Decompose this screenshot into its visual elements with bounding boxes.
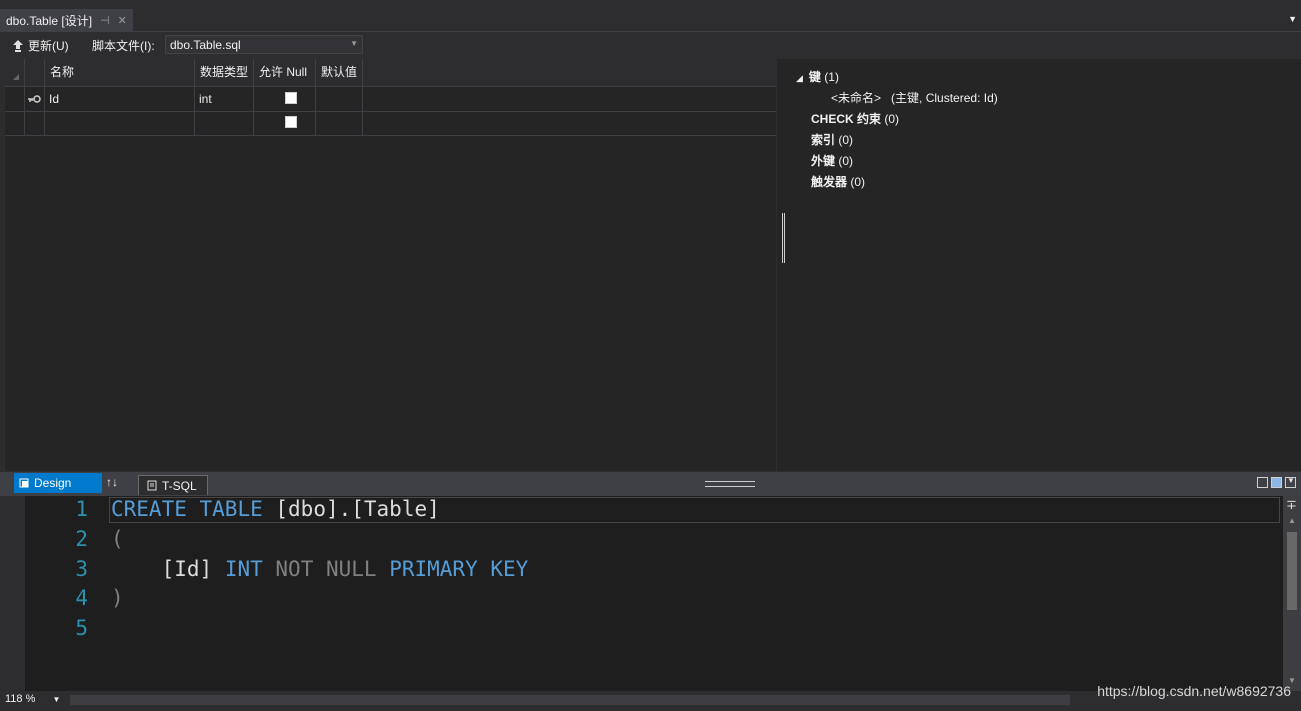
- keyword-table: TABLE: [199, 497, 263, 521]
- document-tab[interactable]: dbo.Table [设计] ⊣ ✕: [0, 9, 133, 31]
- update-label: 更新(U): [28, 39, 69, 53]
- key-cell: [25, 87, 45, 111]
- document-tab-title: dbo.Table [设计]: [6, 13, 93, 28]
- tree-node-foreign-keys[interactable]: 外键 (0): [811, 152, 853, 169]
- row-selector[interactable]: [5, 87, 25, 111]
- table-row[interactable]: [5, 111, 776, 136]
- allow-null-checkbox[interactable]: [285, 92, 297, 104]
- primary-key-icon: [28, 95, 41, 103]
- code-line-4: ): [111, 586, 124, 610]
- vertical-scrollbar[interactable]: ∓ ▲ ▼: [1283, 496, 1301, 691]
- update-arrow-icon: [13, 39, 23, 52]
- columns-grid: 名称 数据类型 允许 Null 默认值 Id int: [5, 59, 776, 471]
- code-line-1: CREATE TABLE [dbo].[Table]: [111, 497, 440, 521]
- editor-margin: [0, 496, 25, 691]
- cell-name[interactable]: Id: [45, 87, 195, 111]
- keyword-not-null: NOT NULL: [275, 557, 377, 581]
- fk-count: (0): [838, 154, 854, 168]
- tsql-icon: [147, 480, 157, 491]
- grid-header: 名称 数据类型 允许 Null 默认值: [5, 59, 776, 87]
- tab-dropdown-icon[interactable]: ▼: [1288, 14, 1297, 24]
- key-item-name: <未命名>: [831, 91, 882, 105]
- cell-default[interactable]: [316, 111, 363, 135]
- keys-label: 键: [808, 70, 821, 84]
- index-label: 索引: [811, 133, 836, 147]
- split-vertical-icon[interactable]: [1257, 477, 1268, 488]
- split-horizontal-icon[interactable]: [1271, 477, 1282, 488]
- cell-name[interactable]: [45, 111, 195, 135]
- pane-tab-bar: Design ↑↓ T-SQL ▼: [0, 472, 1301, 496]
- cell-type[interactable]: [195, 111, 254, 135]
- keyword-create: CREATE: [111, 497, 187, 521]
- column-header-name[interactable]: 名称: [45, 59, 195, 86]
- cell-type[interactable]: int: [195, 87, 254, 111]
- tab-design[interactable]: Design: [14, 473, 102, 493]
- column-header-type[interactable]: 数据类型: [195, 59, 254, 86]
- fk-label: 外键: [811, 154, 836, 168]
- watermark-text: https://blog.csdn.net/w8692736: [1097, 683, 1291, 699]
- script-file-select[interactable]: dbo.Table.sql ▼: [165, 35, 363, 54]
- script-file-value: dbo.Table.sql: [170, 37, 241, 52]
- code-line-3: [Id] INT NOT NULL PRIMARY KEY: [111, 557, 529, 581]
- keys-count: (1): [824, 70, 839, 84]
- key-item-detail: (主键, Clustered: Id): [891, 91, 998, 105]
- editor-status-bar: 118 % ▼ https://blog.csdn.net/w8692736: [0, 683, 1301, 711]
- line-number: 2: [75, 527, 88, 551]
- tree-node-keys[interactable]: ◢ 键 (1): [796, 68, 839, 85]
- zoom-value: 118 %: [5, 693, 36, 705]
- table-identifier: [dbo].[Table]: [275, 497, 440, 521]
- table-row[interactable]: Id int: [5, 87, 776, 112]
- vertical-splitter-handle[interactable]: [782, 213, 785, 263]
- table-properties-tree: ◢ 键 (1) <未命名> (主键, Clustered: Id) CHECK 约…: [777, 59, 1301, 471]
- tree-node-primary-key[interactable]: <未命名> (主键, Clustered: Id): [831, 89, 998, 106]
- designer-toolbar: 更新(U) 脚本文件(I): dbo.Table.sql ▼: [0, 31, 1301, 59]
- corner-icon: [13, 74, 19, 80]
- tree-node-check[interactable]: CHECK 约束 (0): [811, 110, 899, 127]
- code-line-2: (: [111, 527, 124, 551]
- collapse-pane-icon[interactable]: ▼: [1285, 476, 1296, 488]
- key-column-header: [25, 59, 45, 86]
- design-icon: [19, 478, 29, 487]
- swap-panes-icon[interactable]: ↑↓: [106, 475, 118, 489]
- line-number: 3: [75, 557, 88, 581]
- horizontal-splitter-grip[interactable]: [705, 481, 755, 487]
- select-all-corner[interactable]: [5, 59, 25, 86]
- close-icon[interactable]: ✕: [118, 14, 127, 27]
- collapse-triangle-icon[interactable]: ◢: [796, 73, 803, 83]
- scrollbar-thumb[interactable]: [1287, 532, 1297, 610]
- line-number: 1: [75, 497, 88, 521]
- cell-default[interactable]: [316, 87, 363, 111]
- document-tab-strip: dbo.Table [设计] ⊣ ✕ ▼: [0, 0, 1301, 31]
- tree-node-triggers[interactable]: 触发器 (0): [811, 173, 865, 190]
- row-selector[interactable]: [5, 111, 25, 135]
- tree-node-indexes[interactable]: 索引 (0): [811, 131, 853, 148]
- zoom-select[interactable]: 118 % ▼: [5, 693, 60, 705]
- chevron-down-icon: ▼: [350, 39, 358, 48]
- tab-tsql[interactable]: T-SQL: [138, 475, 208, 495]
- tsql-tab-label: T-SQL: [162, 478, 197, 493]
- column-identifier: [Id]: [161, 557, 213, 581]
- update-button[interactable]: 更新(U): [12, 37, 69, 54]
- column-header-default[interactable]: 默认值: [316, 59, 363, 86]
- check-label: CHECK 约束: [811, 112, 882, 126]
- chevron-down-icon: ▼: [52, 695, 61, 704]
- scroll-up-icon[interactable]: ▲: [1288, 516, 1296, 525]
- keyword-primary-key: PRIMARY KEY: [389, 557, 529, 581]
- line-number: 4: [75, 586, 88, 610]
- split-editor-icon[interactable]: ∓: [1286, 497, 1297, 513]
- tsql-editor[interactable]: 1 2 3 4 5 CREATE TABLE [dbo].[Table] ( […: [0, 496, 1301, 691]
- check-count: (0): [884, 112, 900, 126]
- pin-icon[interactable]: ⊣: [100, 14, 110, 27]
- design-tab-label: Design: [34, 476, 72, 490]
- allow-null-checkbox[interactable]: [285, 116, 297, 128]
- column-header-allow-null[interactable]: 允许 Null: [254, 59, 316, 86]
- horizontal-scrollbar[interactable]: [70, 695, 1070, 705]
- trigger-label: 触发器: [811, 175, 848, 189]
- key-cell: [25, 111, 45, 135]
- trigger-count: (0): [850, 175, 866, 189]
- keyword-int: INT: [224, 557, 263, 581]
- line-number: 5: [75, 616, 88, 640]
- index-count: (0): [838, 133, 854, 147]
- script-file-label: 脚本文件(I):: [92, 39, 155, 53]
